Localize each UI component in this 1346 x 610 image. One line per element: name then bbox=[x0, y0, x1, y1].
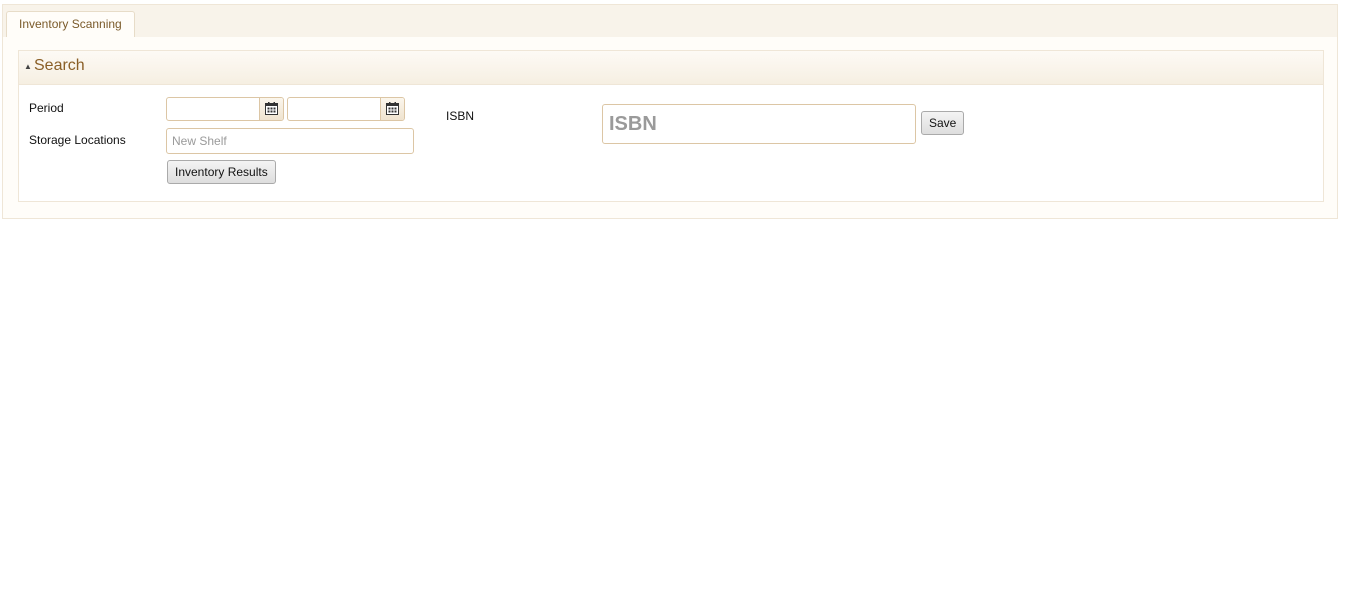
triangle-up-icon[interactable]: ▲ bbox=[24, 62, 32, 71]
search-panel: ▲ Search Period Storage Locations New Sh… bbox=[18, 50, 1324, 202]
inventory-results-button[interactable]: Inventory Results bbox=[167, 160, 276, 184]
period-from-field bbox=[166, 97, 284, 121]
tab-container: Inventory Scanning ▲ Search Period Stora… bbox=[2, 4, 1338, 219]
storage-locations-input[interactable] bbox=[166, 128, 414, 154]
calendar-icon[interactable] bbox=[380, 98, 404, 120]
save-button[interactable]: Save bbox=[921, 111, 965, 135]
calendar-icon[interactable] bbox=[259, 98, 283, 120]
period-label: Period bbox=[29, 101, 64, 115]
isbn-label: ISBN bbox=[446, 109, 475, 123]
period-to-field bbox=[287, 97, 405, 121]
tab-inventory-scanning[interactable]: Inventory Scanning bbox=[6, 11, 135, 37]
isbn-input[interactable] bbox=[602, 104, 916, 144]
period-from-input[interactable] bbox=[167, 98, 260, 120]
tab-strip: Inventory Scanning bbox=[3, 5, 1337, 38]
search-panel-title: Search bbox=[34, 57, 85, 74]
search-panel-header[interactable]: ▲ Search bbox=[19, 51, 1323, 85]
period-to-input[interactable] bbox=[288, 98, 381, 120]
tab-content: ▲ Search Period Storage Locations New Sh… bbox=[3, 37, 1337, 218]
storage-locations-label: Storage Locations bbox=[29, 133, 126, 147]
